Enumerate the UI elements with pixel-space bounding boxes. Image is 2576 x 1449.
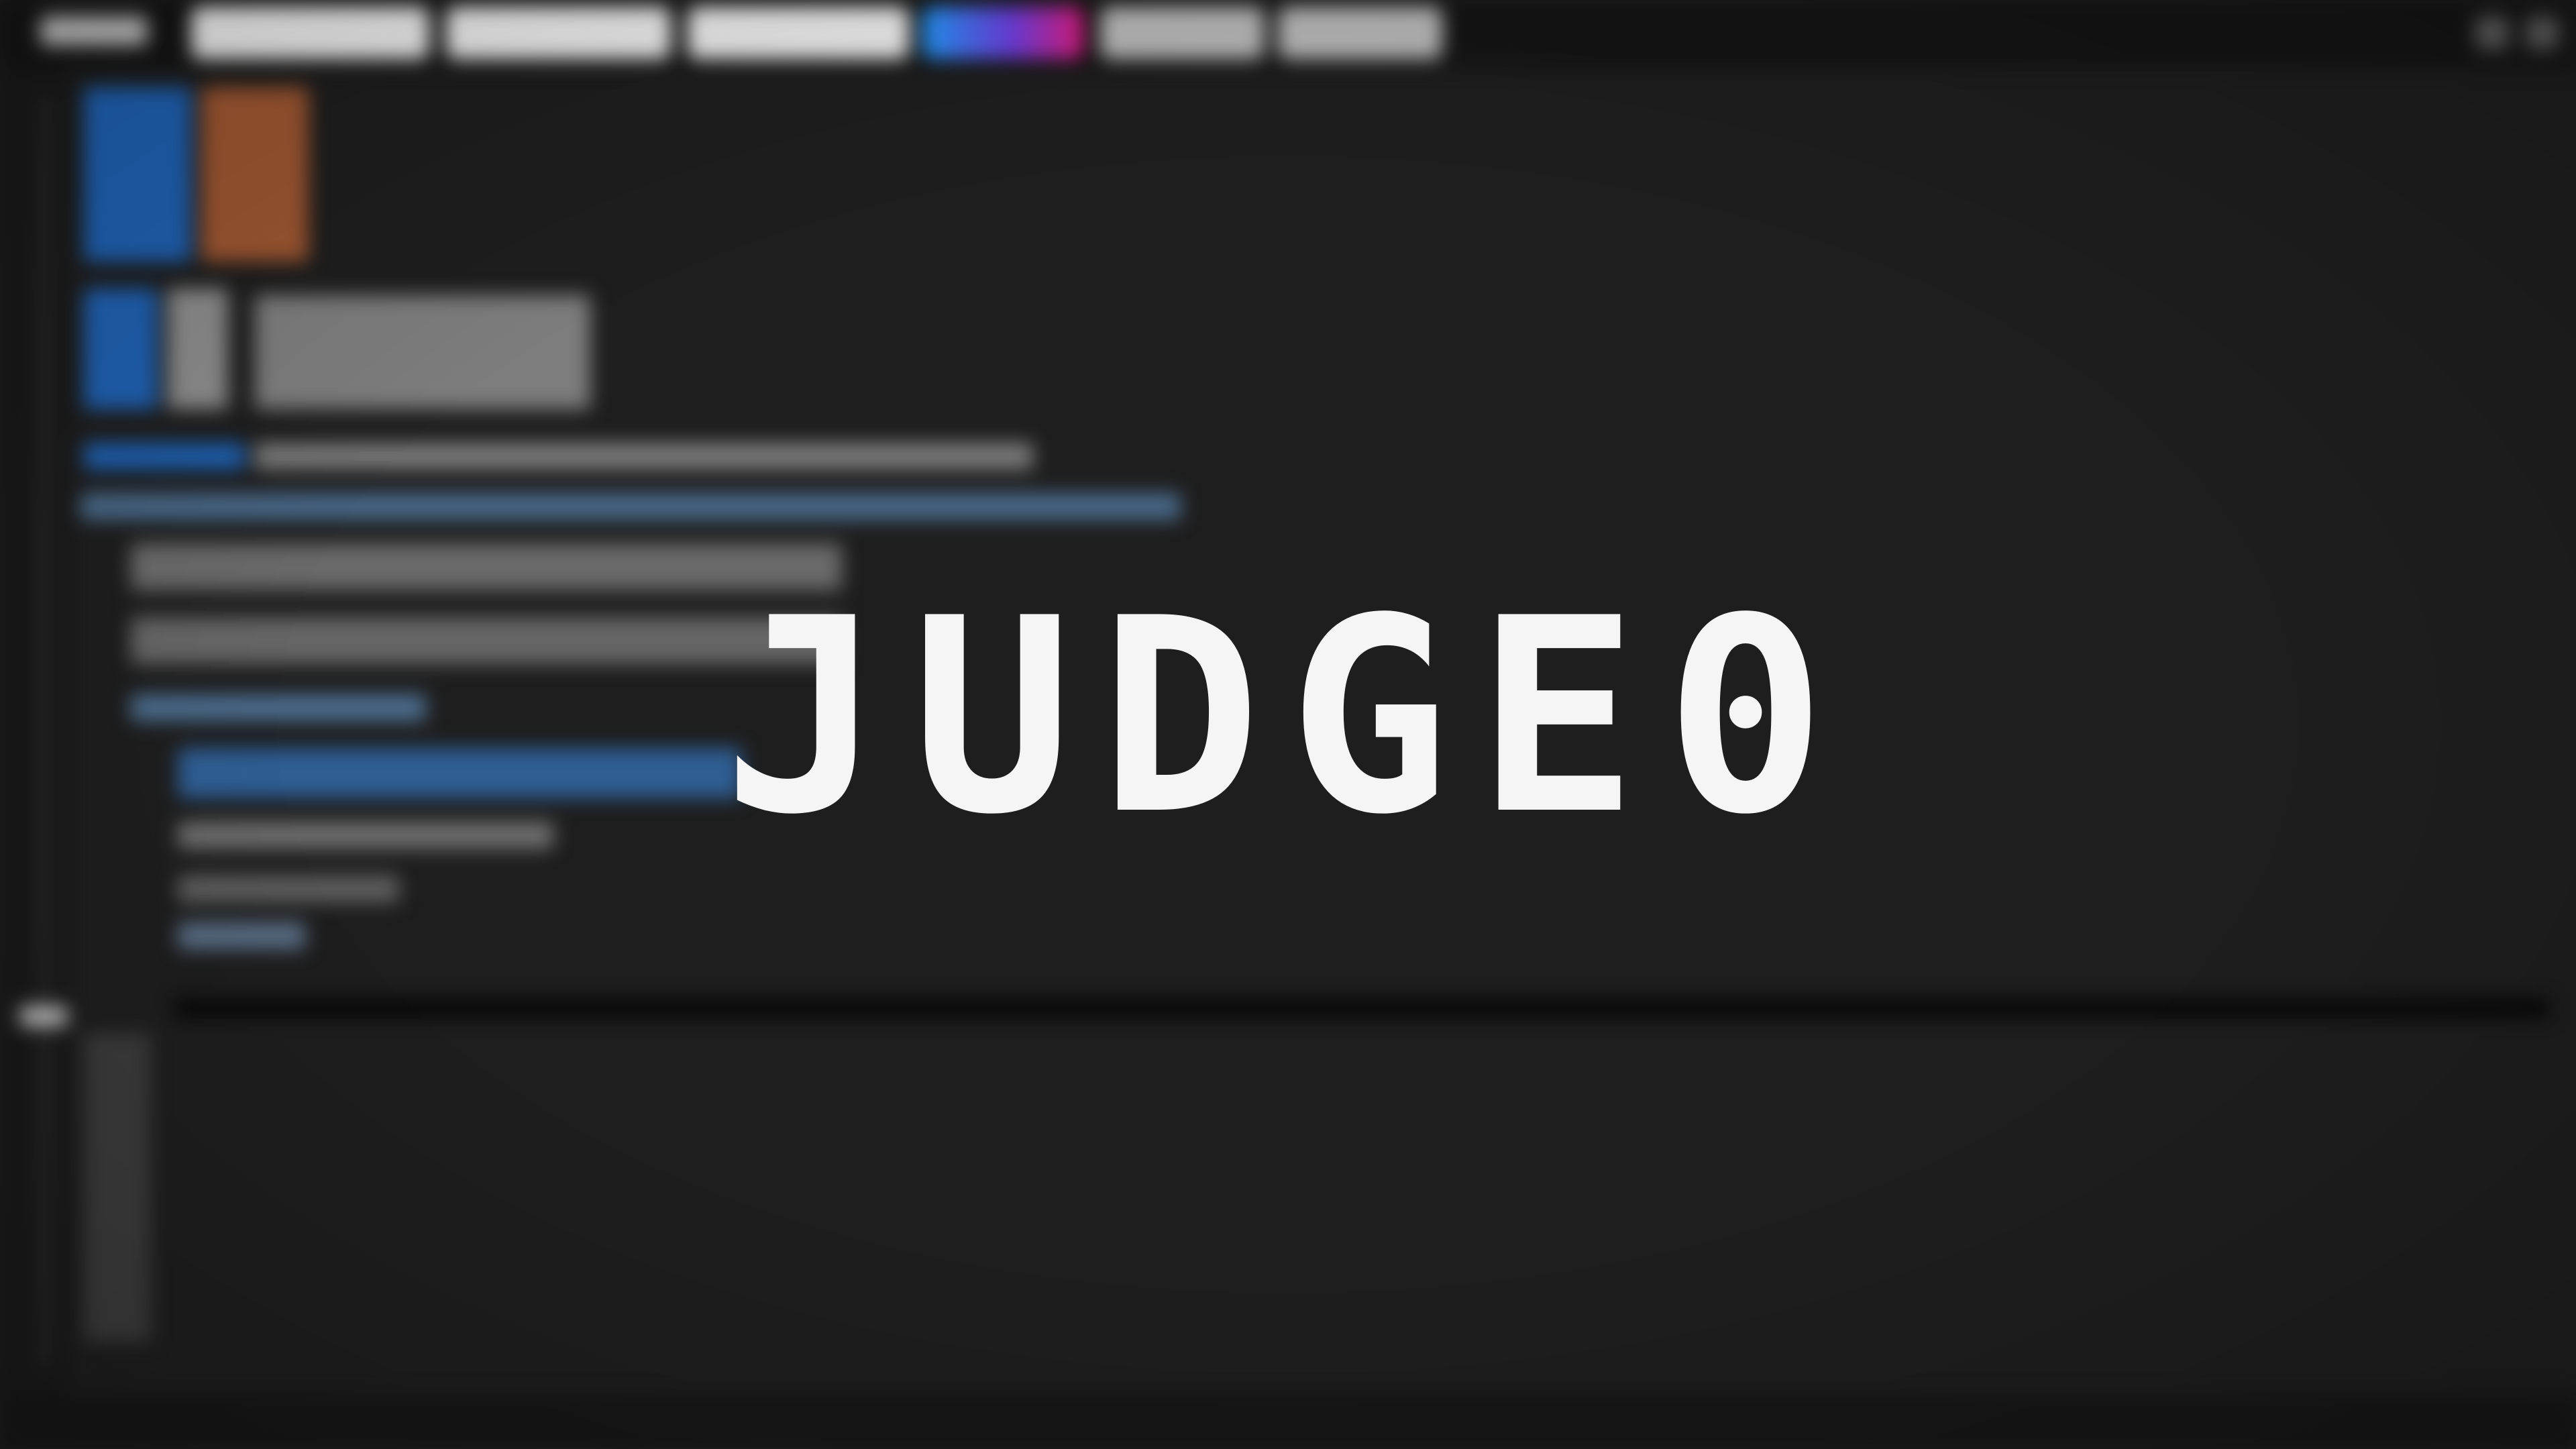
code-line bbox=[84, 443, 245, 470]
close-icon[interactable] bbox=[2526, 16, 2559, 50]
settings-icon[interactable] bbox=[2475, 16, 2509, 50]
code-line bbox=[178, 875, 399, 902]
code-line bbox=[201, 87, 309, 262]
code-line bbox=[80, 493, 1181, 520]
code-line bbox=[84, 87, 191, 262]
code-line bbox=[178, 922, 305, 949]
tab-active-accent[interactable] bbox=[922, 7, 1083, 59]
code-line bbox=[84, 288, 158, 409]
top-bar bbox=[0, 0, 2576, 67]
tab-5[interactable] bbox=[1100, 7, 1265, 59]
code-line bbox=[255, 295, 590, 409]
bottom-panel-label bbox=[20, 1006, 67, 1026]
brand-logo bbox=[40, 16, 148, 46]
code-line bbox=[255, 443, 1033, 470]
tab-2[interactable] bbox=[446, 7, 671, 59]
tab-1[interactable] bbox=[191, 7, 429, 59]
tab-3[interactable] bbox=[688, 7, 909, 59]
logo-text: JUDGE0 bbox=[722, 561, 1854, 873]
tab-6[interactable] bbox=[1278, 7, 1442, 59]
app-window: JUDGE0 bbox=[0, 0, 2576, 1449]
panel-divider[interactable] bbox=[174, 1000, 2549, 1017]
code-line bbox=[168, 288, 228, 409]
status-bar bbox=[0, 1395, 2576, 1449]
judge0-logo: JUDGE0 bbox=[0, 577, 2576, 859]
bottom-panel-content bbox=[84, 1033, 151, 1342]
